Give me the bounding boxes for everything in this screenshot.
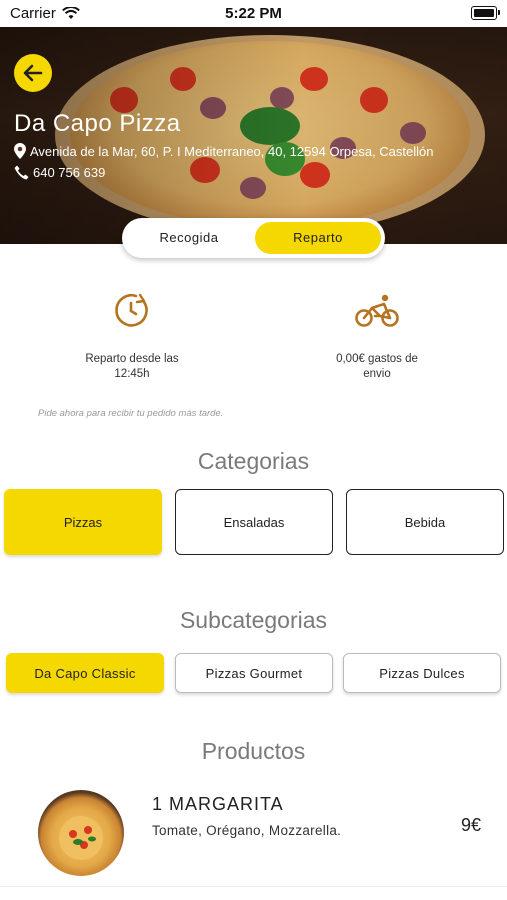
delivery-mode-toggle: Recogida Reparto [122, 218, 385, 258]
back-button[interactable] [14, 54, 52, 92]
phone-text: 640 756 639 [33, 165, 106, 180]
phone-icon [14, 165, 29, 180]
subcategory-pizzas-gourmet[interactable]: Pizzas Gourmet [175, 653, 333, 693]
product-item[interactable]: 1 MARGARITA Tomate, Orégano, Mozzarella.… [0, 785, 507, 885]
product-image [38, 790, 124, 876]
category-pizzas[interactable]: Pizzas [4, 489, 162, 555]
toggle-recogida[interactable]: Recogida [126, 222, 252, 254]
battery-icon [471, 6, 500, 20]
delivery-cost-info: 0,00€ gastos de envio [277, 290, 477, 382]
status-bar: Carrier 5:22 PM [0, 0, 507, 27]
category-ensaladas[interactable]: Ensaladas [175, 489, 333, 555]
categories-title: Categorias [197, 448, 310, 474]
product-name: 1 MARGARITA [152, 794, 284, 814]
clock: 5:22 PM [225, 5, 282, 22]
delivery-time-text: Reparto desde las 12:45h [85, 353, 179, 380]
category-bebida[interactable]: Bebida [346, 489, 504, 555]
order-later-note: Pide ahora para recibir tu pedido más ta… [38, 408, 224, 419]
restaurant-address: Avenida de la Mar, 60, P. I Mediterraneo… [14, 143, 434, 159]
product-price: 9€ [460, 815, 481, 835]
products-title: Productos [201, 738, 306, 764]
arrow-left-icon [23, 64, 43, 82]
address-text: Avenida de la Mar, 60, P. I Mediterraneo… [30, 143, 434, 159]
bicycle-icon [355, 294, 399, 327]
product-description: Tomate, Orégano, Mozzarella. [152, 823, 342, 838]
restaurant-name: Da Capo Pizza [14, 110, 181, 137]
restaurant-phone[interactable]: 640 756 639 [14, 165, 105, 180]
subcategory-da-capo-classic[interactable]: Da Capo Classic [6, 653, 164, 693]
divider [0, 886, 507, 887]
delivery-time-info: Reparto desde las 12:45h [32, 290, 232, 382]
clock-icon [115, 293, 148, 327]
location-pin-icon [14, 143, 26, 159]
toggle-reparto[interactable]: Reparto [255, 222, 381, 254]
subcategory-pizzas-dulces[interactable]: Pizzas Dulces [343, 653, 501, 693]
pizza-thumbnail-icon [59, 816, 103, 860]
delivery-cost-text: 0,00€ gastos de envio [336, 353, 418, 380]
subcategories-title: Subcategorias [179, 607, 328, 633]
